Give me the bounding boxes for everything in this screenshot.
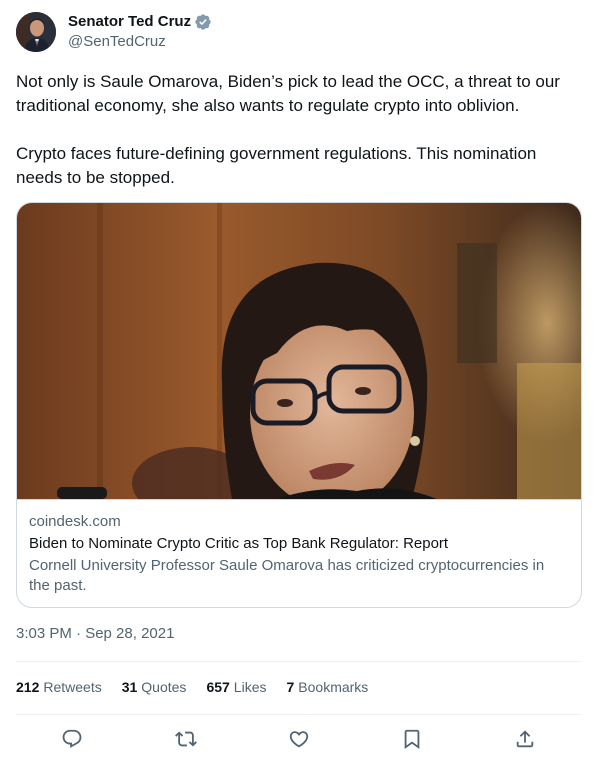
share-icon <box>516 730 534 748</box>
divider <box>16 661 581 662</box>
stat-label: Retweets <box>43 679 102 695</box>
card-meta[interactable]: coindesk.com Biden to Nominate Crypto Cr… <box>17 499 581 594</box>
author-name-text[interactable]: Senator Ted Cruz <box>68 12 191 32</box>
stat-count: 212 <box>16 679 40 695</box>
divider <box>16 714 581 715</box>
tweet-timestamp[interactable]: 3:03 PM · Sep 28, 2021 <box>16 624 174 644</box>
card-domain: coindesk.com <box>29 513 121 530</box>
verified-badge-icon <box>194 13 212 31</box>
stat-retweets[interactable]: 212 Retweets <box>16 677 102 697</box>
stat-count: 657 <box>206 679 230 695</box>
author-handle[interactable]: @SenTedCruz <box>68 32 166 52</box>
stat-bookmarks[interactable]: 7 Bookmarks <box>286 677 368 697</box>
action-bar <box>16 724 581 754</box>
tweet-paragraph: Not only is Saule Omarova, Biden’s pick … <box>16 72 560 115</box>
like-icon <box>289 731 309 748</box>
stat-quotes[interactable]: 31 Quotes <box>122 677 187 697</box>
stat-count: 31 <box>121 679 138 695</box>
link-card[interactable]: coindesk.com Biden to Nominate Crypto Cr… <box>16 202 582 608</box>
bookmark-icon <box>404 729 420 750</box>
stat-label: Quotes <box>141 679 187 695</box>
card-image[interactable] <box>17 203 581 499</box>
card-description: Cornell University Professor Saule Omaro… <box>29 557 545 594</box>
tweet: Senator Ted Cruz @SenTedCruz Not only is… <box>0 0 598 762</box>
reply-button[interactable] <box>57 724 87 754</box>
card-title[interactable]: Biden to Nominate Crypto Critic as Top B… <box>29 534 448 554</box>
stat-label: Likes <box>233 679 267 695</box>
stat-likes[interactable]: 657 Likes <box>206 677 266 697</box>
share-button[interactable] <box>510 724 540 754</box>
author-name[interactable]: Senator Ted Cruz <box>68 12 212 32</box>
like-button[interactable] <box>284 724 314 754</box>
engagement-stats: 212 Retweets 31 Quotes 657 Likes 7 Bookm… <box>16 677 388 697</box>
bookmark-button[interactable] <box>397 724 427 754</box>
tweet-text: Not only is Saule Omarova, Biden’s pick … <box>16 70 581 190</box>
reply-icon <box>62 729 82 748</box>
author-avatar[interactable] <box>16 12 56 52</box>
retweet-icon <box>175 731 197 747</box>
retweet-button[interactable] <box>171 724 201 754</box>
tweet-paragraph: Crypto faces future-defining government … <box>16 144 537 187</box>
stat-label: Bookmarks <box>298 679 369 695</box>
stat-count: 7 <box>286 679 295 695</box>
